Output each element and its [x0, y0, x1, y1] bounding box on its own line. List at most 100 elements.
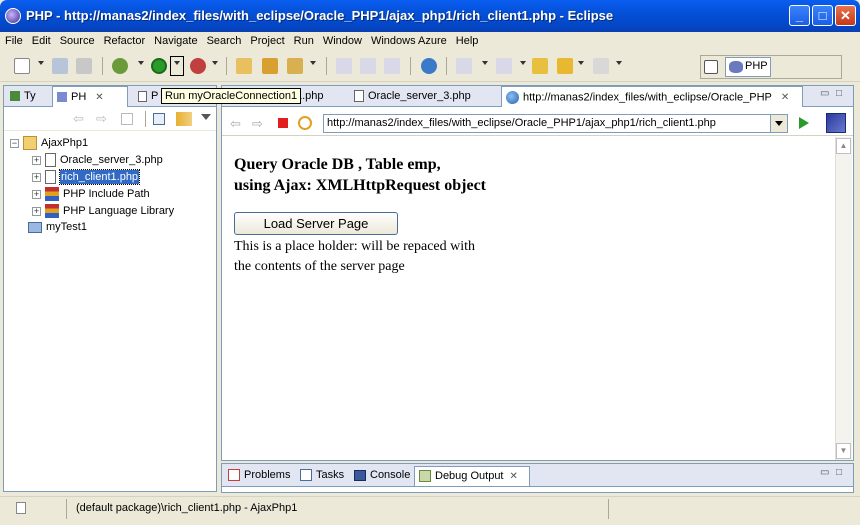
format-icon[interactable] — [336, 58, 352, 74]
up-folder-icon[interactable] — [121, 113, 133, 125]
link-with-editor-icon[interactable] — [176, 112, 192, 126]
vertical-scrollbar[interactable] — [835, 137, 852, 460]
next-annotation-icon[interactable] — [456, 58, 472, 74]
collapse-all-icon[interactable] — [153, 113, 165, 125]
tree-item-language-library[interactable]: + PHP Language Library — [32, 204, 174, 221]
maximize-view-icon[interactable]: □ — [836, 88, 842, 99]
menu-windows-azure[interactable]: Windows Azure — [366, 32, 451, 47]
menu-run[interactable]: Run — [289, 32, 318, 47]
minimize-view-icon[interactable]: ▭ — [820, 467, 829, 478]
wand-icon[interactable] — [287, 58, 303, 74]
run-dropdown-icon[interactable] — [174, 61, 180, 65]
save-icon[interactable] — [52, 58, 68, 74]
tree-expand-icon[interactable]: + — [32, 172, 41, 182]
browser-forward-icon[interactable]: ⇨ — [252, 116, 263, 132]
fast-view-icon[interactable] — [16, 502, 26, 514]
paragraph-icon[interactable] — [360, 58, 376, 74]
last-edit-icon[interactable] — [532, 58, 548, 74]
tree-collapse-icon[interactable]: − — [10, 138, 19, 148]
go-icon[interactable] — [799, 117, 809, 129]
print-icon[interactable] — [76, 58, 92, 74]
tab-php-explorer-label: PH — [71, 91, 87, 103]
menu-project[interactable]: Project — [245, 32, 288, 47]
tree-item-include-path[interactable]: + PHP Include Path — [32, 187, 150, 204]
scroll-down-icon[interactable]: ▼ — [836, 443, 851, 459]
forward-arrow-icon[interactable]: ⇨ — [96, 111, 107, 127]
perspective-label: PHP — [745, 60, 768, 72]
eclipse-browser-icon[interactable] — [826, 113, 846, 133]
tree-item-oracle-server[interactable]: + Oracle_server_3.php — [32, 153, 163, 170]
tab-oracle-server[interactable]: Oracle_server_3.php — [350, 86, 495, 107]
close-tab-icon[interactable]: ✕ — [95, 92, 103, 103]
url-dropdown-button[interactable] — [770, 115, 787, 132]
maximize-button[interactable]: □ — [812, 5, 833, 26]
tree-item-ajaxphp1[interactable]: − AjaxPhp1 — [10, 136, 88, 153]
open-project-icon[interactable] — [262, 58, 278, 74]
tree-expand-icon[interactable]: + — [32, 189, 41, 199]
menu-source[interactable]: Source — [55, 32, 99, 47]
back-arrow-icon[interactable]: ⇦ — [73, 111, 84, 127]
menu-search[interactable]: Search — [202, 32, 246, 47]
tab-console[interactable]: Console — [350, 466, 412, 486]
forward-dropdown-icon[interactable] — [616, 61, 622, 65]
stop-icon[interactable] — [278, 118, 288, 128]
tab-php-explorer[interactable]: PH ✕ — [52, 86, 128, 107]
globe-icon[interactable] — [421, 58, 437, 74]
tooltip: Run myOracleConnection1 — [161, 88, 302, 104]
window-title: PHP - http://manas2/index_files/with_ecl… — [26, 8, 614, 23]
tab-type-hierarchy[interactable]: Ty — [6, 86, 52, 107]
external-tools-dropdown-icon[interactable] — [212, 61, 218, 65]
tab-projects[interactable]: P — [134, 86, 164, 107]
scroll-up-icon[interactable]: ▲ — [836, 138, 851, 154]
external-tools-icon[interactable] — [190, 58, 206, 74]
new-dropdown-icon[interactable] — [38, 61, 44, 65]
minimize-button[interactable]: _ — [789, 5, 810, 26]
prev-annotation-icon[interactable] — [496, 58, 512, 74]
refresh-icon[interactable] — [298, 116, 312, 130]
run-dropdown-button[interactable] — [170, 56, 184, 76]
close-tab-icon[interactable]: ✕ — [781, 92, 789, 103]
close-tab-icon[interactable]: ✕ — [510, 471, 518, 482]
menu-refactor[interactable]: Refactor — [99, 32, 150, 47]
run-icon[interactable] — [151, 58, 167, 74]
tree-item-rich-client[interactable]: + rich_client1.php — [32, 168, 141, 187]
load-server-page-button[interactable]: Load Server Page — [234, 212, 398, 235]
menu-help[interactable]: Help — [451, 32, 483, 47]
menu-edit[interactable]: Edit — [27, 32, 55, 47]
prev-annotation-dropdown-icon[interactable] — [520, 61, 526, 65]
php-file-icon — [45, 153, 56, 167]
maximize-view-icon[interactable]: □ — [836, 467, 842, 478]
menu-navigate[interactable]: Navigate — [149, 32, 201, 47]
tab-browser[interactable]: http://manas2/index_files/with_eclipse/O… — [501, 86, 803, 107]
forward-icon[interactable] — [593, 58, 609, 74]
folder-icon — [28, 221, 42, 233]
back-icon[interactable] — [557, 58, 573, 74]
open-perspective-icon[interactable] — [704, 60, 718, 74]
debug-dropdown-icon[interactable] — [138, 61, 144, 65]
tree-item-mytest1[interactable]: myTest1 — [28, 221, 87, 238]
status-text: (default package)\rich_client1.php - Aja… — [76, 502, 298, 514]
tab-tasks[interactable]: Tasks — [296, 466, 346, 486]
close-button[interactable]: ✕ — [835, 5, 856, 26]
next-annotation-dropdown-icon[interactable] — [482, 61, 488, 65]
tree-item-label: PHP Include Path — [63, 187, 150, 200]
open-folder-icon[interactable] — [236, 58, 252, 74]
tab-label: Problems — [244, 469, 291, 481]
tab-debug-output[interactable]: Debug Output ✕ — [414, 466, 530, 486]
wand-dropdown-icon[interactable] — [310, 61, 316, 65]
menu-window[interactable]: Window — [318, 32, 366, 47]
view-menu-icon[interactable] — [201, 114, 211, 120]
minimize-view-icon[interactable]: ▭ — [820, 88, 829, 99]
browser-back-icon[interactable]: ⇦ — [230, 116, 241, 132]
toolbar-separator — [410, 57, 411, 75]
menu-file[interactable]: File — [0, 32, 27, 47]
tab-problems[interactable]: Problems — [224, 466, 292, 486]
php-file-icon — [354, 90, 364, 103]
tree-expand-icon[interactable]: + — [32, 206, 41, 216]
url-input[interactable]: http://manas2/index_files/with_eclipse/O… — [323, 114, 788, 133]
back-dropdown-icon[interactable] — [578, 61, 584, 65]
new-icon[interactable] — [14, 58, 30, 74]
tree-expand-icon[interactable]: + — [32, 155, 41, 165]
debug-icon[interactable] — [112, 58, 128, 74]
pen-icon[interactable] — [384, 58, 400, 74]
